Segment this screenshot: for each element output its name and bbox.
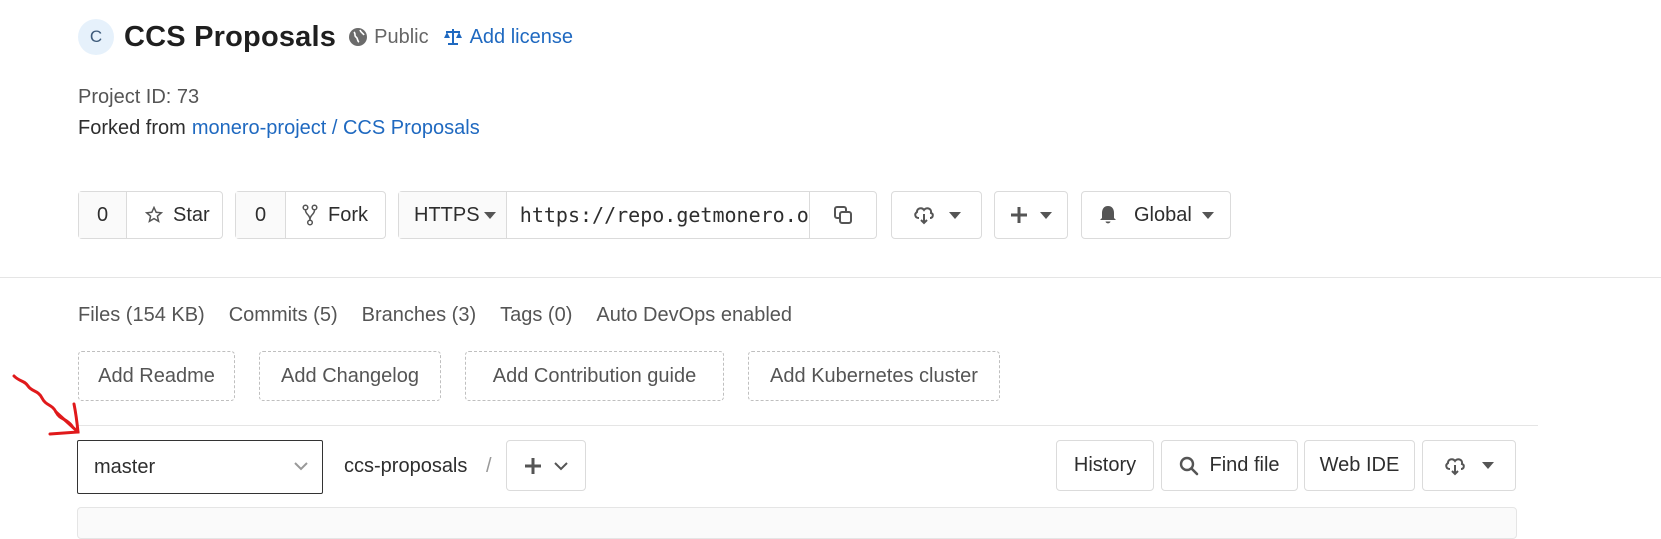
- clone-url-text: https://repo.getmonero.org/xxxxx/ccs-pro…: [519, 203, 811, 227]
- star-count[interactable]: 0: [79, 192, 127, 238]
- visibility-badge: Public: [348, 25, 429, 49]
- fork-label: Fork: [328, 203, 368, 226]
- download-dropdown[interactable]: [891, 191, 982, 239]
- add-to-tree-dropdown[interactable]: [506, 440, 586, 491]
- web-ide-button[interactable]: Web IDE: [1304, 440, 1415, 491]
- new-dropdown[interactable]: [994, 191, 1068, 239]
- forked-from: Forked from monero-project / CCS Proposal…: [78, 117, 480, 140]
- stat-autodevops[interactable]: Auto DevOps enabled: [596, 304, 792, 327]
- fork-button[interactable]: Fork: [286, 192, 368, 238]
- scale-icon: [443, 29, 462, 45]
- branch-selector[interactable]: master: [77, 440, 323, 494]
- bell-icon: [1100, 206, 1116, 224]
- file-tree-panel: [77, 507, 1517, 539]
- caret-down-icon: [1482, 462, 1494, 469]
- caret-down-icon: [483, 211, 496, 219]
- notification-dropdown[interactable]: Global: [1081, 191, 1231, 239]
- red-arrow-annotation-icon: [12, 374, 80, 436]
- star-icon: [145, 206, 163, 223]
- stat-branches[interactable]: Branches (3): [362, 304, 477, 327]
- project-title: CCS Proposals: [124, 20, 337, 53]
- caret-down-icon: [1201, 211, 1214, 219]
- forked-source-link[interactable]: monero-project / CCS Proposals: [192, 117, 480, 139]
- add-license-label: Add license: [469, 25, 573, 48]
- fork-button-group: 0 Fork: [235, 191, 386, 239]
- add-changelog-button[interactable]: Add Changelog: [259, 351, 441, 401]
- copy-icon: [834, 206, 853, 224]
- plus-icon: [1011, 207, 1027, 223]
- stat-files[interactable]: Files (154 KB): [78, 304, 205, 327]
- search-icon: [1180, 456, 1199, 475]
- caret-down-icon: [1040, 211, 1052, 219]
- find-file-label: Find file: [1209, 454, 1280, 476]
- stat-commits[interactable]: Commits (5): [229, 304, 338, 327]
- plus-icon: [525, 457, 541, 474]
- chevron-down-icon: [554, 461, 568, 470]
- history-button[interactable]: History: [1056, 440, 1154, 491]
- add-contribution-guide-button[interactable]: Add Contribution guide: [465, 351, 724, 401]
- chevron-down-icon: [294, 462, 308, 471]
- caret-down-icon: [948, 211, 961, 219]
- project-header: C CCS Proposals Public Add license: [78, 19, 573, 55]
- protocol-dropdown[interactable]: HTTPS: [399, 192, 507, 238]
- clone-url-field[interactable]: https://repo.getmonero.org/xxxxx/ccs-pro…: [507, 192, 811, 238]
- add-license-link[interactable]: Add license: [443, 26, 573, 49]
- fork-count[interactable]: 0: [236, 192, 286, 238]
- copy-url-button[interactable]: [810, 192, 876, 238]
- project-stats: Files (154 KB) Commits (5) Branches (3) …: [78, 304, 816, 327]
- clone-group: HTTPS https://repo.getmonero.org/xxxxx/c…: [398, 191, 877, 239]
- project-avatar[interactable]: C: [78, 19, 114, 55]
- stat-tags[interactable]: Tags (0): [500, 304, 572, 327]
- repo-download-dropdown[interactable]: [1422, 440, 1516, 491]
- star-button-group: 0 Star: [78, 191, 223, 239]
- project-id: Project ID: 73: [78, 86, 200, 108]
- section-divider: [0, 277, 1661, 278]
- breadcrumb-separator: /: [486, 455, 492, 477]
- content-divider: [78, 425, 1538, 426]
- forked-prefix: Forked from: [78, 117, 186, 139]
- download-icon: [1445, 457, 1465, 475]
- protocol-label: HTTPS: [414, 203, 480, 226]
- add-readme-button[interactable]: Add Readme: [78, 351, 235, 401]
- star-label: Star: [173, 203, 210, 226]
- visibility-label: Public: [374, 25, 429, 48]
- branch-label: master: [94, 455, 156, 478]
- download-icon: [913, 207, 934, 225]
- breadcrumb-path[interactable]: ccs-proposals: [344, 455, 467, 478]
- globe-icon: [349, 28, 368, 46]
- add-kubernetes-cluster-button[interactable]: Add Kubernetes cluster: [748, 351, 1000, 401]
- find-file-button[interactable]: Find file: [1161, 440, 1298, 491]
- notification-label: Global: [1134, 203, 1192, 226]
- star-button[interactable]: Star: [127, 192, 210, 238]
- fork-icon: [302, 204, 318, 226]
